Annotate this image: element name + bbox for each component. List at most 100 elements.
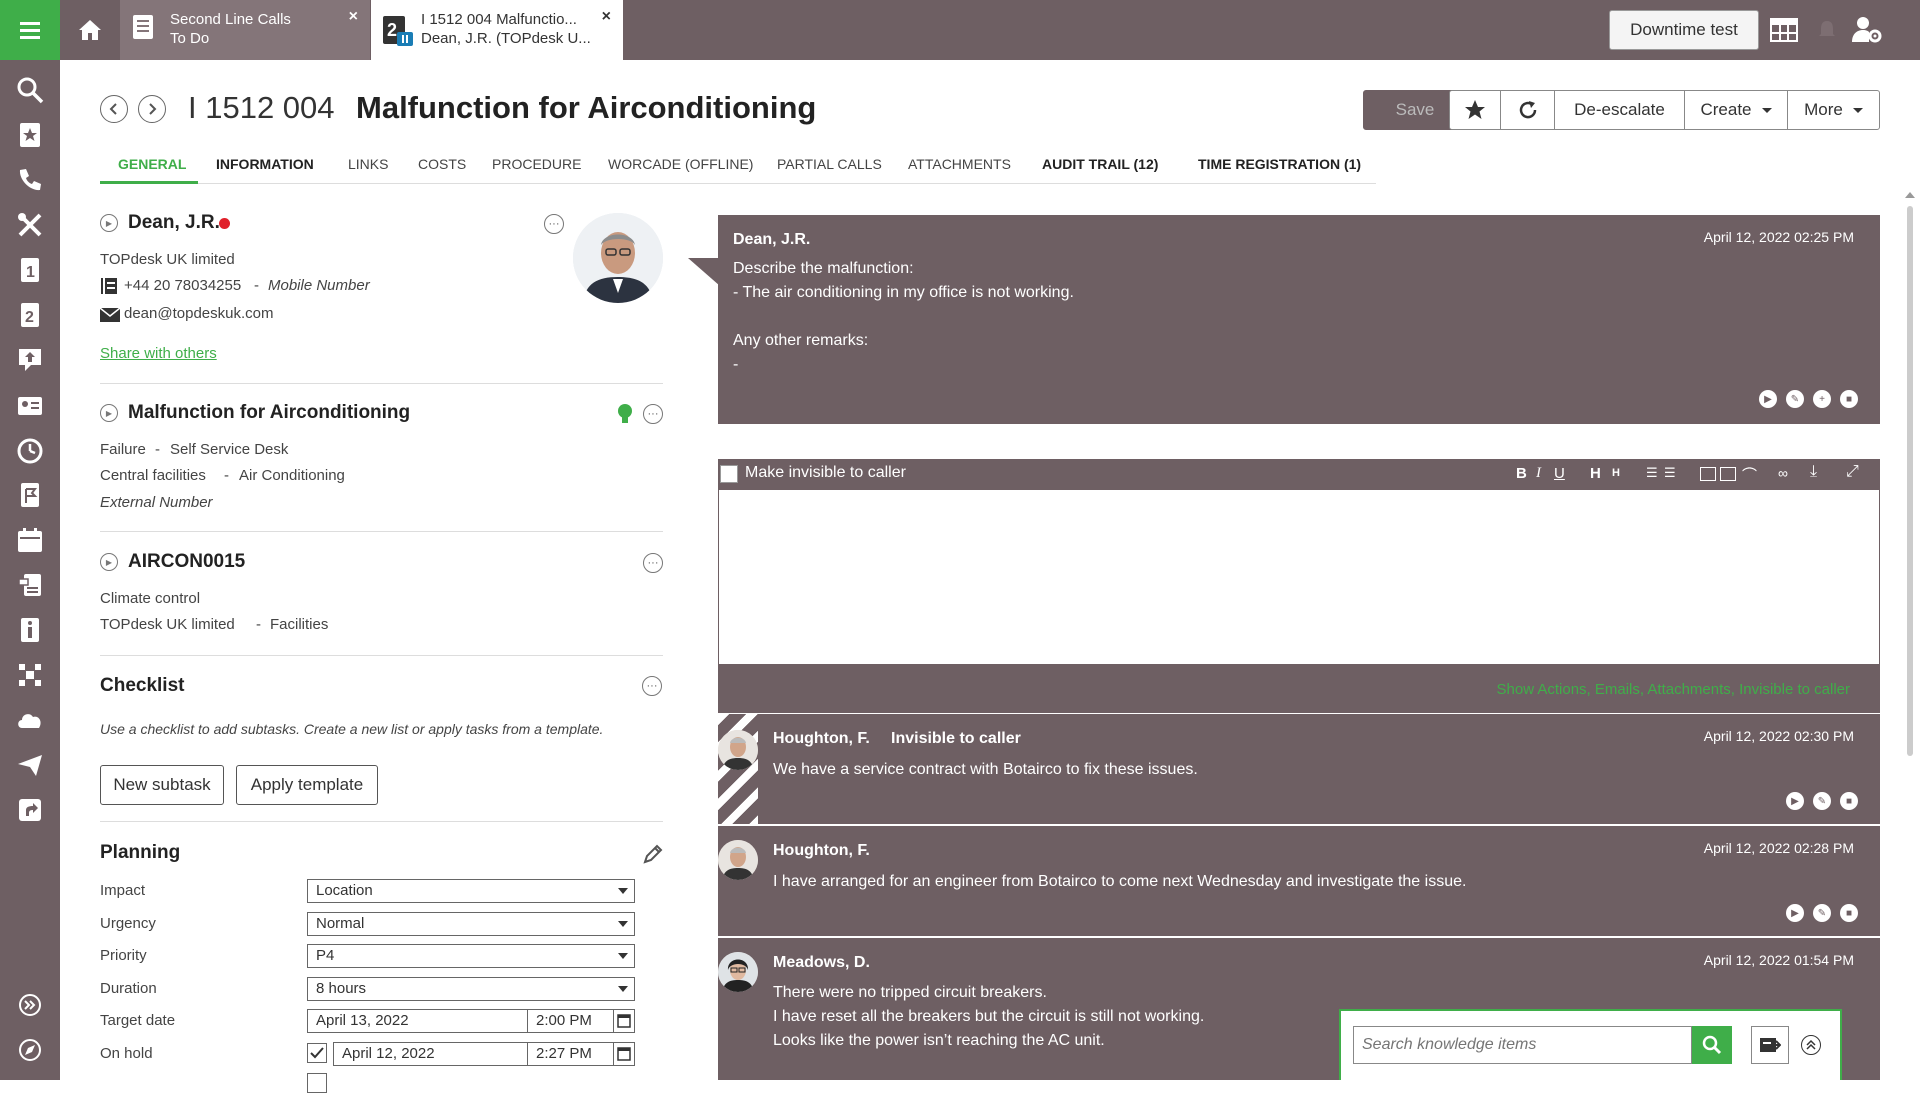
- heading2-icon[interactable]: H: [1612, 467, 1620, 479]
- delete-icon[interactable]: ■: [1840, 792, 1858, 810]
- expand-sidebar-icon[interactable]: [15, 990, 45, 1020]
- close-tab-button[interactable]: ×: [349, 8, 358, 26]
- create-button[interactable]: Create: [1684, 90, 1788, 130]
- delete-icon[interactable]: ■: [1840, 904, 1858, 922]
- user-settings-icon[interactable]: [1852, 16, 1882, 44]
- caller-options-button[interactable]: ···: [544, 214, 564, 234]
- checkbox[interactable]: [307, 1073, 327, 1093]
- menu-button[interactable]: [0, 0, 60, 60]
- pen-icon[interactable]: [642, 843, 664, 865]
- tab-information[interactable]: INFORMATION: [216, 156, 314, 172]
- caller-name[interactable]: Dean, J.R.: [128, 212, 220, 234]
- share-with-others-link[interactable]: Share with others: [100, 345, 217, 362]
- tab-procedure[interactable]: PROCEDURE: [492, 156, 581, 172]
- on-hold-time-input[interactable]: 2:27 PM: [527, 1042, 614, 1066]
- send-icon[interactable]: [15, 750, 45, 780]
- play-icon[interactable]: ▶: [1786, 904, 1804, 922]
- link-icon[interactable]: ∞: [1778, 465, 1788, 481]
- knowledge-search-button[interactable]: [1692, 1026, 1732, 1064]
- assets-icon[interactable]: [15, 660, 45, 690]
- image-icon[interactable]: [1700, 467, 1716, 481]
- target-time-input[interactable]: 2:00 PM: [527, 1009, 614, 1033]
- second-line-icon[interactable]: 2: [15, 300, 45, 330]
- knowledge-icon[interactable]: [15, 570, 45, 600]
- tab-general[interactable]: GENERAL: [118, 156, 186, 172]
- apply-template-button[interactable]: Apply template: [236, 765, 378, 805]
- caller-phone[interactable]: +44 20 78034255: [124, 277, 241, 294]
- downtime-test-button[interactable]: Downtime test: [1609, 10, 1759, 50]
- impact-select[interactable]: Location: [307, 879, 635, 903]
- forward-button[interactable]: [138, 95, 166, 123]
- search-icon[interactable]: [15, 75, 45, 105]
- knowledge-insert-button[interactable]: [1751, 1026, 1789, 1064]
- play-icon[interactable]: ▶: [1786, 792, 1804, 810]
- back-button[interactable]: [100, 95, 128, 123]
- attachment-icon[interactable]: ⌒: [1742, 464, 1757, 485]
- action-text-editor[interactable]: [718, 489, 1880, 665]
- tab-partial-calls[interactable]: PARTIAL CALLS: [777, 156, 882, 172]
- invisible-checkbox[interactable]: [720, 465, 738, 483]
- scroll-up-arrow[interactable]: [1905, 192, 1915, 198]
- object-options-button[interactable]: ···: [643, 553, 663, 573]
- on-hold-date-input[interactable]: April 12, 2022: [333, 1042, 528, 1066]
- time-icon[interactable]: [15, 435, 45, 465]
- expand-caller-button[interactable]: ▶: [100, 214, 118, 232]
- first-line-icon[interactable]: 1: [15, 255, 45, 285]
- underline-icon[interactable]: U: [1554, 465, 1565, 482]
- bold-icon[interactable]: B: [1516, 465, 1527, 482]
- upload-icon[interactable]: ⤓: [1810, 463, 1817, 481]
- new-subtask-button[interactable]: New subtask: [100, 765, 224, 805]
- notification-bell-icon[interactable]: [1818, 20, 1836, 40]
- edit-icon[interactable]: ✎: [1786, 390, 1804, 408]
- request-options-button[interactable]: ···: [643, 404, 663, 424]
- deescalate-button[interactable]: De-escalate: [1554, 90, 1685, 130]
- play-icon[interactable]: ▶: [1759, 390, 1777, 408]
- collapse-panel-button[interactable]: [1801, 1035, 1821, 1055]
- italic-icon[interactable]: I: [1536, 465, 1541, 482]
- phone-icon[interactable]: [15, 165, 45, 195]
- tab-attachments[interactable]: ATTACHMENTS: [908, 156, 1011, 172]
- favorite-button[interactable]: [1449, 90, 1501, 130]
- scroll-thumb[interactable]: [1907, 206, 1913, 756]
- object-id[interactable]: AIRCON0015: [128, 551, 245, 573]
- knowledge-search-input[interactable]: [1353, 1026, 1692, 1064]
- self-service-icon[interactable]: [15, 345, 45, 375]
- lightbulb-icon[interactable]: [617, 403, 633, 425]
- tab-links[interactable]: LINKS: [348, 156, 388, 172]
- gallery-icon[interactable]: [1720, 467, 1736, 481]
- tools-icon[interactable]: [15, 210, 45, 240]
- bullet-list-icon[interactable]: ☰: [1646, 465, 1658, 481]
- fullscreen-icon[interactable]: ⤢: [1846, 463, 1859, 481]
- numbered-list-icon[interactable]: ☰: [1664, 465, 1676, 481]
- heading1-icon[interactable]: H: [1590, 465, 1601, 482]
- filter-links[interactable]: Show Actions, Emails, Attachments, Invis…: [1497, 681, 1851, 698]
- info-icon[interactable]: [15, 615, 45, 645]
- changes-icon[interactable]: [15, 480, 45, 510]
- expand-object-button[interactable]: ▶: [100, 553, 118, 571]
- on-hold-checkbox[interactable]: [307, 1043, 327, 1063]
- edit-icon[interactable]: ✎: [1813, 904, 1831, 922]
- duration-select[interactable]: 8 hours: [307, 977, 635, 1001]
- calendar-icon[interactable]: [613, 1009, 635, 1033]
- refresh-button[interactable]: [1500, 90, 1555, 130]
- calendar-icon[interactable]: [15, 525, 45, 555]
- delete-icon[interactable]: ■: [1840, 390, 1858, 408]
- favorites-icon[interactable]: [15, 120, 45, 150]
- layout-icon[interactable]: [1770, 18, 1798, 42]
- priority-select[interactable]: P4: [307, 944, 635, 968]
- compass-icon[interactable]: [15, 1035, 45, 1065]
- external-link-icon[interactable]: [15, 795, 45, 825]
- tab-current-call[interactable]: 2 I 1512 004 Malfunctio... Dean, J.R. (T…: [371, 0, 623, 60]
- cloud-icon[interactable]: [15, 705, 45, 735]
- tab-costs[interactable]: COSTS: [418, 156, 466, 172]
- add-icon[interactable]: +: [1813, 390, 1831, 408]
- caller-email[interactable]: dean@topdeskuk.com: [124, 305, 273, 322]
- more-button[interactable]: More: [1787, 90, 1880, 130]
- expand-request-button[interactable]: ▶: [100, 404, 118, 422]
- target-date-input[interactable]: April 13, 2022: [307, 1009, 528, 1033]
- calendar-icon[interactable]: [613, 1042, 635, 1066]
- scrollbar[interactable]: [1900, 190, 1920, 1080]
- edit-icon[interactable]: ✎: [1813, 792, 1831, 810]
- tab-audit-trail[interactable]: AUDIT TRAIL (12): [1042, 156, 1158, 172]
- close-tab-button[interactable]: ×: [602, 8, 611, 26]
